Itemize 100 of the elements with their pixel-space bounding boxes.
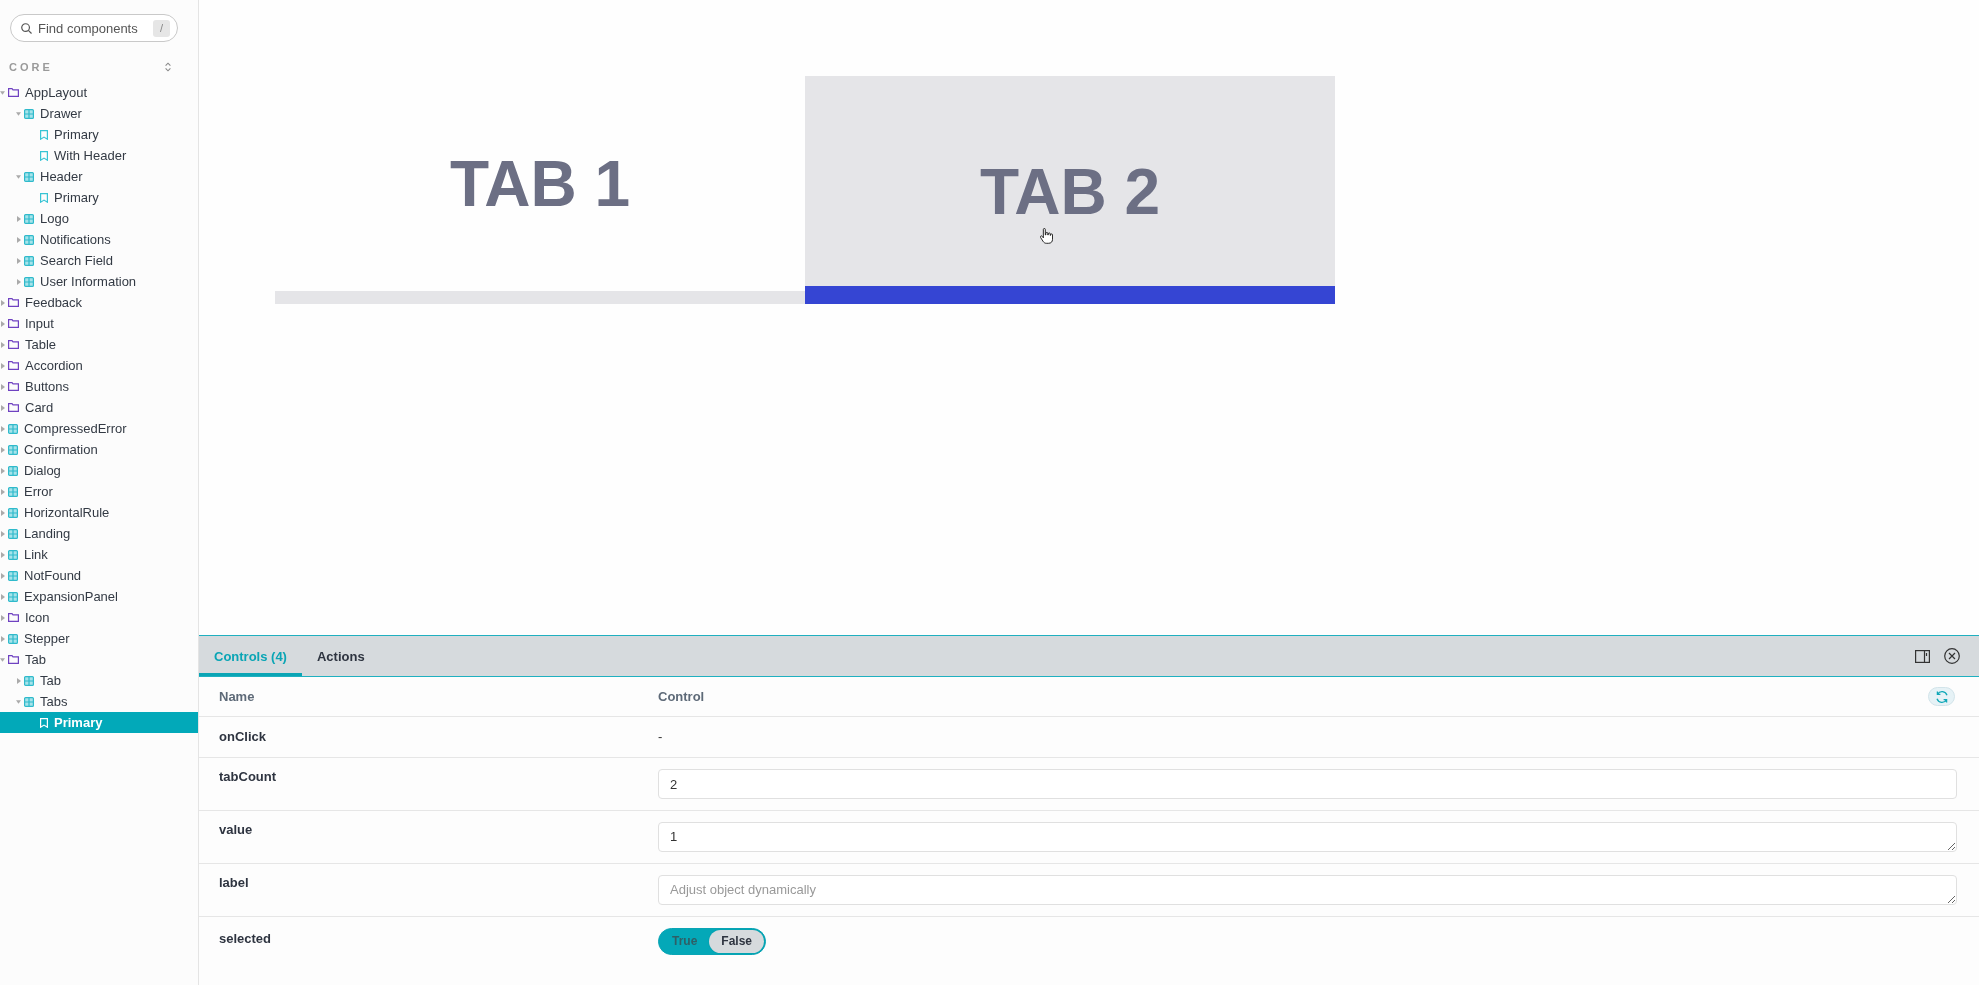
caret-icon[interactable] [0,614,5,621]
panel-layout-icon[interactable] [1915,649,1930,663]
caret-icon[interactable] [0,341,5,348]
property-name: tabCount [219,768,278,785]
tree-item[interactable]: CompressedError [0,418,198,439]
caret-icon[interactable] [0,404,5,411]
pointer-cursor-icon [1040,228,1053,244]
text-area[interactable]: 1 [658,822,1957,852]
property-name: value [219,821,254,838]
expand-collapse-icon[interactable] [165,62,171,72]
bookmark-icon [40,129,48,140]
tree-item[interactable]: Drawer [0,103,198,124]
refresh-icon [1934,689,1949,704]
caret-icon[interactable] [0,299,5,306]
caret-icon[interactable] [16,677,21,684]
tree-item[interactable]: Dialog [0,460,198,481]
caret-icon[interactable] [16,174,21,179]
tree-item[interactable]: Notifications [0,229,198,250]
caret-icon[interactable] [16,278,21,285]
tree-item[interactable]: Error [0,481,198,502]
tree-item[interactable]: Logo [0,208,198,229]
tree-item[interactable]: ExpansionPanel [0,586,198,607]
caret-icon[interactable] [0,509,5,516]
caret-icon[interactable] [16,111,21,116]
grid-icon [8,549,18,560]
tree-item[interactable]: Landing [0,523,198,544]
grid-icon [24,108,34,119]
caret-icon[interactable] [0,383,5,390]
property-value: - [658,729,663,745]
caret-icon[interactable] [0,593,5,600]
folder-icon [8,382,19,391]
close-icon[interactable] [1944,648,1960,664]
tree-item[interactable]: AppLayout [0,82,198,103]
tree-item[interactable]: Primary [0,124,198,145]
caret-icon[interactable] [16,257,21,264]
caret-icon[interactable] [0,551,5,558]
search-field[interactable]: Find components / [10,14,178,42]
text-area[interactable]: Adjust object dynamically [658,875,1957,905]
folder-icon [8,88,19,97]
boolean-toggle[interactable]: True False [658,928,767,955]
tree-item[interactable]: NotFound [0,565,198,586]
caret-icon[interactable] [0,635,5,642]
grid-icon [8,528,18,539]
tree-item[interactable]: Header [0,166,198,187]
property-name: selected [219,930,273,947]
tree-item[interactable]: With Header [0,145,198,166]
caret-icon[interactable] [0,446,5,453]
bookmark-icon [40,717,48,728]
grid-icon [8,507,18,518]
grid-icon [8,570,18,581]
caret-icon[interactable] [0,488,5,495]
tree-item[interactable]: Card [0,397,198,418]
caret-icon[interactable] [0,90,5,95]
folder-icon [8,655,19,664]
caret-icon[interactable] [16,699,21,704]
tree-item[interactable]: Table [0,334,198,355]
grid-icon [8,444,18,455]
caret-icon[interactable] [0,425,5,432]
tree-item[interactable]: Accordion [0,355,198,376]
folder-icon [8,319,19,328]
grid-icon [24,171,34,182]
grid-icon [8,633,18,644]
tree-item[interactable]: Tab [0,670,198,691]
tree-item[interactable]: Tabs [0,691,198,712]
toggle-option[interactable]: False [709,930,765,953]
caret-icon[interactable] [0,362,5,369]
tree-item[interactable]: Input [0,313,198,334]
tree-item[interactable]: Link [0,544,198,565]
caret-icon[interactable] [0,320,5,327]
grid-icon [24,696,34,707]
tree-item[interactable]: Feedback [0,292,198,313]
tree-item[interactable]: Primary [0,187,198,208]
grid-icon [8,486,18,497]
grid-icon [24,276,34,287]
caret-icon[interactable] [0,467,5,474]
tab[interactable]: TAB 2 [805,76,1335,304]
panel-tab[interactable]: Actions [301,636,380,676]
column-header: Control [658,689,705,704]
tree-item[interactable]: HorizontalRule [0,502,198,523]
caret-icon[interactable] [16,215,21,222]
folder-icon [8,361,19,370]
tree-item[interactable]: Stepper [0,628,198,649]
grid-icon [24,675,34,686]
tree-item[interactable]: Confirmation [0,439,198,460]
tree-item[interactable]: Tab [0,649,198,670]
tree-item[interactable]: Buttons [0,376,198,397]
caret-icon[interactable] [16,236,21,243]
tree-item[interactable]: Icon [0,607,198,628]
folder-icon [8,403,19,412]
section-label: CORE [9,60,53,74]
caret-icon[interactable] [0,657,5,662]
grid-icon [8,465,18,476]
tree-item[interactable]: Search Field [0,250,198,271]
caret-icon[interactable] [0,572,5,579]
caret-icon[interactable] [0,530,5,537]
reset-button[interactable] [1928,687,1955,706]
number-input[interactable]: 2 [658,769,1957,799]
grid-icon [24,255,34,266]
tree-item[interactable]: User Information [0,271,198,292]
search-icon [21,22,32,34]
